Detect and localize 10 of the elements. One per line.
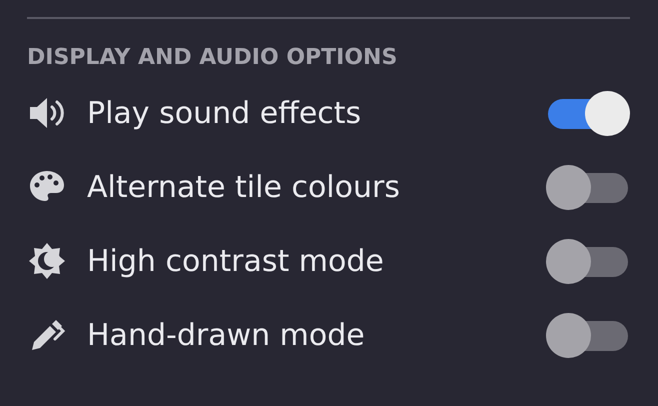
option-label: High contrast mode [87, 244, 385, 278]
toggle-switch[interactable] [546, 90, 630, 136]
option-label: Hand-drawn mode [87, 318, 366, 352]
option-label: Alternate tile colours [87, 170, 401, 204]
option-label: Play sound effects [87, 96, 362, 130]
toggle-switch[interactable] [546, 312, 630, 358]
section-heading: DISPLAY AND AUDIO OPTIONS [27, 45, 398, 70]
moon-badge-icon [27, 241, 67, 281]
toggle-switch[interactable] [546, 238, 630, 284]
toggle-switch[interactable] [546, 164, 630, 210]
